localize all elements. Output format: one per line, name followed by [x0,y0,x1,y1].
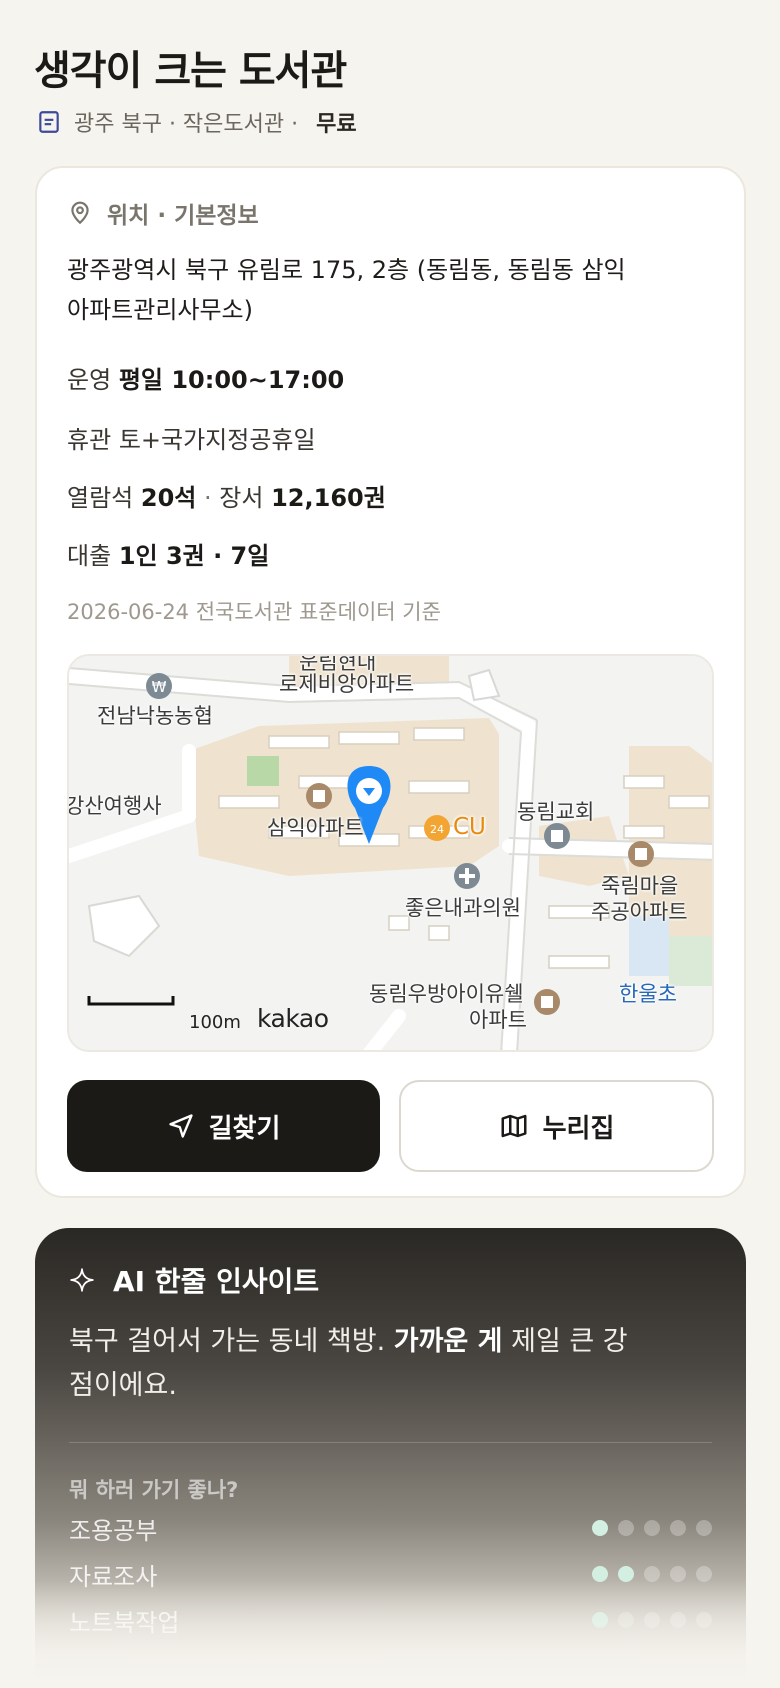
rating-label: 노트북작업 [69,1608,180,1637]
rating-dot-filled [618,1566,634,1582]
loan-line: 대출 1인 3권 · 7일 [67,536,269,571]
ai-question: 뭐 하러 가기 좋나? [69,1478,239,1502]
books-label: 장서 [219,484,264,512]
rating-dots [592,1612,712,1628]
navigation-arrow-icon [168,1114,193,1138]
meta-text: 광주 북구 · 작은도서관 · [74,112,299,137]
homepage-label: 누리집 [542,1113,615,1144]
rating-dot-empty [644,1520,660,1536]
map-label-clinic: 좋은내과의원 [405,896,521,920]
rating-row: 조용공부 [69,1508,712,1548]
apartment-icon [306,783,332,809]
rating-dot-empty [618,1612,634,1628]
ai-text-highlight: 가까운 게 [393,1326,503,1357]
closed-value: 토+국가지정공휴일 [118,426,316,454]
location-pin-icon [71,201,89,225]
rating-label: 조용공부 [69,1516,158,1545]
rating-dot-empty [644,1566,660,1582]
divider [69,1442,712,1443]
books-value: 12,160권 [271,484,386,512]
rating-dot-empty [696,1520,712,1536]
rating-dot-empty [670,1566,686,1582]
rating-dot-empty [696,1566,712,1582]
rating-dot-filled [592,1612,608,1628]
hours-value: 평일 10:00~17:00 [118,366,345,394]
separator: · [204,484,212,512]
hours-label: 운영 [67,366,112,394]
rating-row: 자료조사 [69,1554,712,1594]
section-title: 위치 · 기본정보 [107,203,259,229]
rating-dot-empty [670,1520,686,1536]
map-label-samik: 삼익아파트 [267,816,364,840]
library-meta: 광주 북구 · 작은도서관 · 무료 [36,104,357,140]
ai-insight-text: 북구 걸어서 가는 동네 책방. 가까운 게 제일 큰 강점이에요. [69,1320,629,1408]
seats-label: 열람석 [67,484,134,512]
map-label-travel: 강산여행사 [67,794,162,818]
location-map[interactable]: ₩ 24 운림현대 로제비앙아파트 전남낙농농협 강산여행사 삼익아파트 CU … [67,654,714,1052]
apartment-icon-2 [628,841,654,867]
convenience-store-icon: 24 [424,815,450,841]
map-label-church: 동림교회 [517,800,595,824]
rating-dot-filled [592,1566,608,1582]
address: 광주광역시 북구 유림로 175, 2층 (동림동, 동림동 삼익아파트관리사무… [67,256,626,324]
ai-insight-title: AI 한줄 인사이트 [113,1265,320,1298]
map-label-bank: 전남낙농농협 [97,704,213,728]
homepage-button[interactable]: 누리집 [399,1080,714,1172]
rating-label: 자료조사 [69,1562,158,1591]
map-label-hanul: 한울초 [619,982,677,1006]
map-scale-label: 100m [189,1012,241,1033]
seats-value: 20석 [140,484,197,512]
info-card: 위치 · 기본정보 광주광역시 북구 유림로 175, 2층 (동림동, 동림동… [35,166,746,1198]
hospital-icon [454,863,480,889]
directions-label: 길찾기 [208,1113,281,1144]
svg-text:24: 24 [430,823,444,836]
sparkle-icon [70,1268,94,1292]
closed-line: 휴관 토+국가지정공휴일 [67,420,316,455]
rating-dots [592,1566,712,1582]
page-title: 생각이 크는 도서관 [34,48,347,94]
data-source-note: 2026-06-24 전국도서관 표준데이터 기준 [67,600,441,624]
map-label-woobang-2: 아파트 [469,1008,527,1032]
fee-badge: 무료 [316,112,357,137]
ai-text-pre: 북구 걸어서 가는 동네 책방. [69,1326,394,1357]
rating-dots [592,1520,712,1536]
map-label-cu: CU [453,814,486,840]
directions-button[interactable]: 길찾기 [67,1080,380,1172]
rating-dot-filled [592,1520,608,1536]
hours-line: 운영 평일 10:00~17:00 [67,360,344,395]
loan-label: 대출 [67,542,112,570]
closed-label: 휴관 [67,426,112,454]
rating-dot-empty [696,1612,712,1628]
ai-insight-header: AI 한줄 인사이트 [69,1260,319,1300]
section-header: 위치 · 기본정보 [67,196,259,230]
rating-row: 노트북작업 [69,1600,712,1640]
map-icon [501,1114,527,1138]
map-provider-logo: kakao [257,1004,329,1033]
ai-insight-card: AI 한줄 인사이트 북구 걸어서 가는 동네 책방. 가까운 게 제일 큰 강… [35,1228,746,1688]
apartment-icon-3 [534,989,560,1015]
bank-icon: ₩ [146,673,172,699]
collection-line: 열람석 20석 · 장서 12,160권 [67,478,386,513]
rating-dot-empty [670,1612,686,1628]
library-detail-page: 생각이 크는 도서관 광주 북구 · 작은도서관 · 무료 위치 · 기본정보 … [0,0,780,1688]
church-icon [544,823,570,849]
rating-dot-empty [644,1612,660,1628]
rating-dot-empty [618,1520,634,1536]
map-label-jukrim-2: 주공아파트 [591,900,688,924]
loan-value: 1인 3권 · 7일 [118,542,270,570]
map-label-top-apt-2: 로제비앙아파트 [279,672,415,696]
svg-text:₩: ₩ [152,678,167,696]
document-icon [39,111,59,133]
